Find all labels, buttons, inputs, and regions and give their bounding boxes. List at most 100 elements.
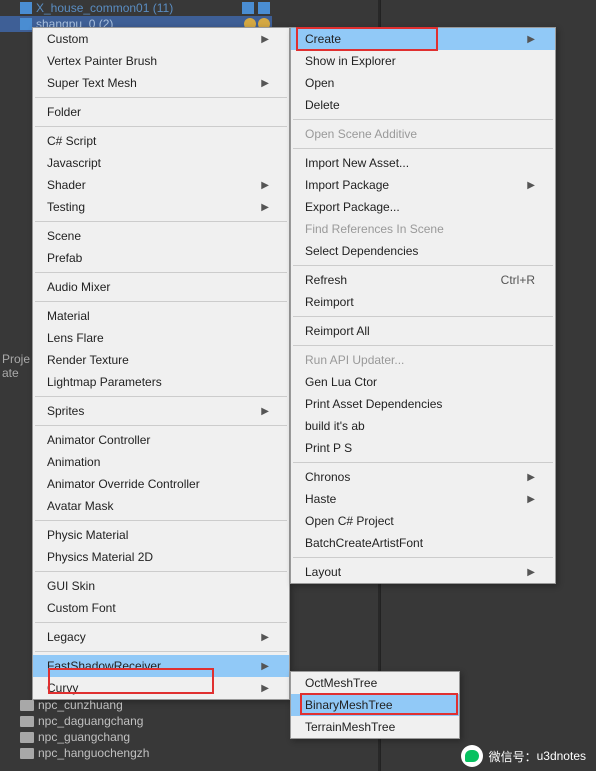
menu-item[interactable]: Print P S: [291, 437, 555, 459]
chevron-right-icon: ▶: [527, 494, 535, 505]
menu-item[interactable]: Animator Controller: [33, 429, 289, 451]
folder-icon: [20, 700, 34, 711]
menu-item-label: Animator Controller: [47, 433, 150, 447]
menu-item[interactable]: Material: [33, 305, 289, 327]
menu-item[interactable]: Scene: [33, 225, 289, 247]
menu-item[interactable]: Show in Explorer: [291, 50, 555, 72]
menu-item[interactable]: Folder: [33, 101, 289, 123]
menu-separator: [293, 557, 553, 558]
menu-item[interactable]: Import Package▶: [291, 174, 555, 196]
folder-item[interactable]: npc_cunzhuang: [20, 697, 149, 713]
menu-item[interactable]: Layout ▶: [291, 561, 555, 583]
menu-item[interactable]: Chronos▶: [291, 466, 555, 488]
menu-item[interactable]: Javascript: [33, 152, 289, 174]
menu-item-label: Audio Mixer: [47, 280, 110, 294]
menu-item[interactable]: Lens Flare: [33, 327, 289, 349]
menu-item-label: build it's ab: [305, 419, 365, 433]
menu-separator: [293, 265, 553, 266]
footer-id: u3dnotes: [537, 749, 586, 763]
menu-item[interactable]: Animation: [33, 451, 289, 473]
menu-item[interactable]: Avatar Mask: [33, 495, 289, 517]
folder-icon: [20, 716, 34, 727]
menu-item[interactable]: Gen Lua Ctor: [291, 371, 555, 393]
menu-item[interactable]: GUI Skin: [33, 575, 289, 597]
chevron-right-icon: ▶: [261, 632, 269, 643]
menu-item[interactable]: Import New Asset...: [291, 152, 555, 174]
chevron-right-icon: ▶: [527, 567, 535, 578]
project-tab[interactable]: Proje ate: [0, 350, 32, 382]
menu-item-label: Show in Explorer: [305, 54, 396, 68]
menu-item[interactable]: Audio Mixer: [33, 276, 289, 298]
tab-label: ate: [2, 366, 30, 380]
menu-item[interactable]: build it's ab: [291, 415, 555, 437]
menu-item[interactable]: Animator Override Controller: [33, 473, 289, 495]
menu-item[interactable]: Haste ▶: [291, 488, 555, 510]
menu-item[interactable]: Custom Font: [33, 597, 289, 619]
menu-item-label: Material: [47, 309, 90, 323]
menu-item[interactable]: Legacy▶: [33, 626, 289, 648]
menu-item[interactable]: C# Script: [33, 130, 289, 152]
menu-item[interactable]: Print Asset Dependencies: [291, 393, 555, 415]
menu-item-label: Layout: [305, 565, 341, 579]
menu-item-label: Print Asset Dependencies: [305, 397, 442, 411]
menu-item-label: Animator Override Controller: [47, 477, 200, 491]
menu-separator: [35, 425, 287, 426]
menu-item[interactable]: Reimport: [291, 291, 555, 313]
menu-item[interactable]: Sprites▶: [33, 400, 289, 422]
menu-item[interactable]: Render Texture: [33, 349, 289, 371]
menu-item[interactable]: Prefab: [33, 247, 289, 269]
menu-item[interactable]: Select Dependencies: [291, 240, 555, 262]
menu-item[interactable]: Lightmap Parameters: [33, 371, 289, 393]
menu-item-label: Create: [305, 32, 341, 46]
menu-item-label: OctMeshTree: [305, 676, 377, 690]
menu-item-label: Run API Updater...: [305, 353, 404, 367]
menu-item-label: Import New Asset...: [305, 156, 409, 170]
menu-item-label: Scene: [47, 229, 81, 243]
menu-item[interactable]: Open: [291, 72, 555, 94]
folder-item[interactable]: npc_daguangchang: [20, 713, 149, 729]
menu-item-label: Custom Font: [47, 601, 116, 615]
menu-item-label: Folder: [47, 105, 81, 119]
menu-item[interactable]: FastShadowReceiver▶: [33, 655, 289, 677]
menu-item[interactable]: Custom ▶: [33, 28, 289, 50]
menu-item-label: TerrainMeshTree: [305, 720, 395, 734]
menu-item[interactable]: Reimport All: [291, 320, 555, 342]
menu-item[interactable]: Vertex Painter Brush: [33, 50, 289, 72]
menu-item[interactable]: RefreshCtrl+R: [291, 269, 555, 291]
menu-item-label: Prefab: [47, 251, 82, 265]
menu-item[interactable]: BatchCreateArtistFont: [291, 532, 555, 554]
menu-item[interactable]: TerrainMeshTree: [291, 716, 459, 738]
footer-label: 微信号：: [489, 748, 537, 765]
menu-item-label: Haste: [305, 492, 336, 506]
menu-item[interactable]: Export Package...: [291, 196, 555, 218]
folder-icon: [20, 748, 34, 759]
menu-item[interactable]: BinaryMeshTree: [291, 694, 459, 716]
menu-item[interactable]: Super Text Mesh▶: [33, 72, 289, 94]
menu-item[interactable]: Physic Material: [33, 524, 289, 546]
menu-item-label: Open: [305, 76, 334, 90]
menu-item[interactable]: Open C# Project: [291, 510, 555, 532]
menu-item[interactable]: Physics Material 2D: [33, 546, 289, 568]
menu-separator: [293, 345, 553, 346]
menu-item[interactable]: Create▶: [291, 28, 555, 50]
menu-item-label: Animation: [47, 455, 100, 469]
chevron-right-icon: ▶: [527, 180, 535, 191]
menu-item-label: Physics Material 2D: [47, 550, 153, 564]
folder-item[interactable]: npc_hanguochengzh: [20, 745, 149, 761]
menu-item[interactable]: Shader▶: [33, 174, 289, 196]
menu-item-label: BinaryMeshTree: [305, 698, 393, 712]
menu-separator: [293, 148, 553, 149]
folder-item[interactable]: npc_guangchang: [20, 729, 149, 745]
hierarchy-item[interactable]: X_house_common01 (11): [0, 0, 272, 16]
menu-separator: [35, 272, 287, 273]
menu-item-label: Custom: [47, 32, 88, 46]
menu-item[interactable]: OctMeshTree: [291, 672, 459, 694]
menu-separator: [35, 97, 287, 98]
chevron-right-icon: ▶: [261, 34, 269, 45]
menu-item-label: Open Scene Additive: [305, 127, 417, 141]
menu-item-label: Testing: [47, 200, 85, 214]
menu-item[interactable]: Delete: [291, 94, 555, 116]
menu-item[interactable]: Curvy▶: [33, 677, 289, 699]
menu-item-label: Lightmap Parameters: [47, 375, 162, 389]
menu-item[interactable]: Testing▶: [33, 196, 289, 218]
